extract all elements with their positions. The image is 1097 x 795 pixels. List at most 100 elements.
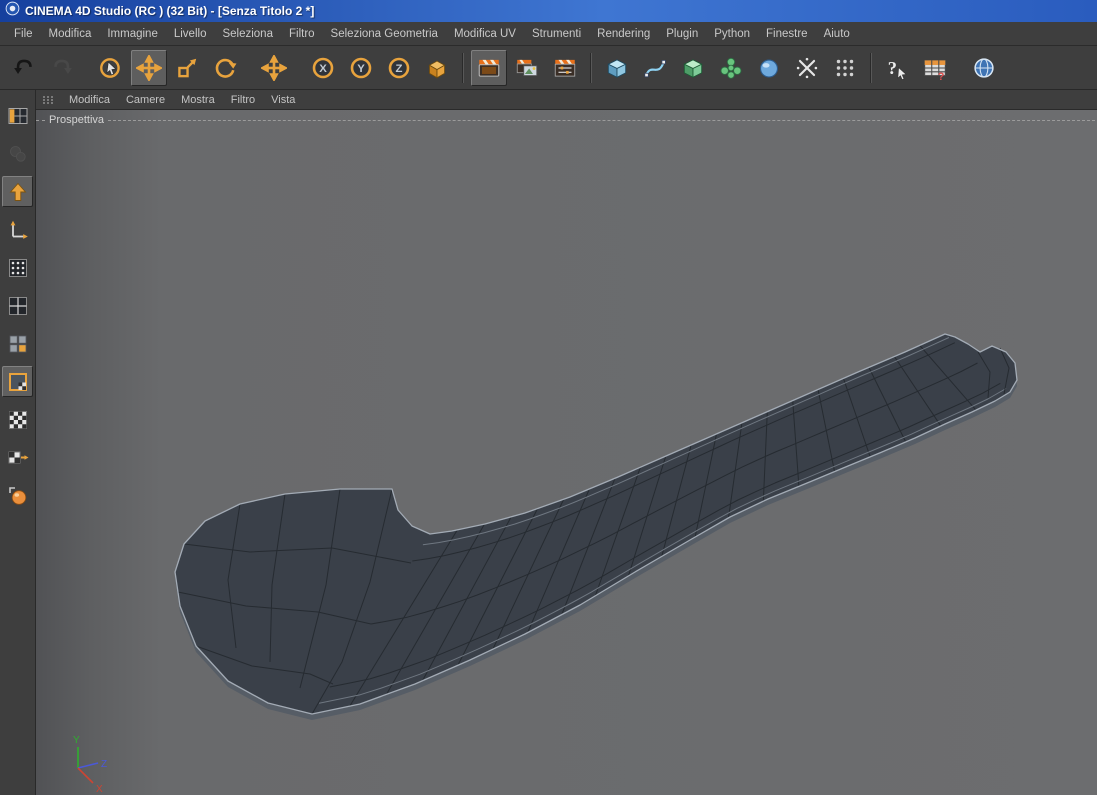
svg-text:Z: Z <box>101 759 107 770</box>
toolbar-last-tool-move-button[interactable] <box>256 50 292 86</box>
svg-text:X: X <box>319 63 327 75</box>
toolbar-render-view-button[interactable] <box>471 50 507 86</box>
sidebar-polygons-mode-button[interactable] <box>2 328 33 359</box>
svg-text:Y: Y <box>73 735 80 746</box>
toolbar-separator <box>462 53 464 83</box>
viewport-header-dash <box>36 120 45 121</box>
toolbar-particles-button[interactable] <box>789 50 825 86</box>
toolbar-primitive-cube-button[interactable] <box>599 50 635 86</box>
menu-item-seleziona-geometria[interactable]: Seleziona Geometria <box>323 25 446 43</box>
toolbar-environment-button[interactable] <box>751 50 787 86</box>
perspective-viewport[interactable]: Prospettiva YZX <box>36 110 1097 795</box>
palette-grip-icon[interactable] <box>42 95 56 105</box>
app-window: CINEMA 4D Studio (RC ) (32 Bit) - [Senza… <box>0 0 1097 795</box>
sidebar-texture-axis-mode-button[interactable] <box>2 442 33 473</box>
render-picture-viewer-icon <box>514 55 540 81</box>
viewport-header: Prospettiva <box>36 114 1097 126</box>
coordinate-system-icon <box>424 55 450 81</box>
menu-item-python[interactable]: Python <box>706 25 758 43</box>
axis-gizmo: YZX <box>73 735 107 795</box>
menu-item-plugin[interactable]: Plugin <box>658 25 706 43</box>
sidebar-object-axis-mode-button[interactable] <box>2 214 33 245</box>
sidebar-uv-polygons-mode-button[interactable] <box>2 366 33 397</box>
deformer-disabled-icon <box>6 142 30 166</box>
toolbar-axis-y-button[interactable]: Y <box>343 50 379 86</box>
toolbar-mograph-grid-button[interactable] <box>827 50 863 86</box>
texture-mode-icon <box>6 408 30 432</box>
toolbar-rotate-button[interactable] <box>207 50 243 86</box>
environment-icon <box>756 55 782 81</box>
menu-item-aiuto[interactable]: Aiuto <box>816 25 858 43</box>
sidebar-layout-panels-button[interactable] <box>2 100 33 131</box>
viewport-area: ModificaCamereMostraFiltroVista Prospett… <box>36 90 1097 795</box>
mesh-object[interactable] <box>175 334 1017 720</box>
menu-item-filtro[interactable]: Filtro <box>281 25 323 43</box>
toolbar-render-picture-viewer-button[interactable] <box>509 50 545 86</box>
viewport-menu-bar: ModificaCamereMostraFiltroVista <box>36 90 1097 110</box>
menu-item-modifica-uv[interactable]: Modifica UV <box>446 25 524 43</box>
uv-polygons-mode-icon <box>6 370 30 394</box>
toolbar-generator-cube-button[interactable] <box>675 50 711 86</box>
command-manager-icon: ? <box>922 55 948 81</box>
toolbar-online-help-button[interactable] <box>966 50 1002 86</box>
menu-item-strumenti[interactable]: Strumenti <box>524 25 589 43</box>
axis-y-icon: Y <box>348 55 374 81</box>
render-settings-icon <box>552 55 578 81</box>
toolbar-scale-button[interactable] <box>169 50 205 86</box>
mograph-grid-icon <box>832 55 858 81</box>
generator-cube-icon <box>680 55 706 81</box>
sidebar-model-mode-button[interactable] <box>2 176 33 207</box>
deformer-icon <box>718 55 744 81</box>
context-help-icon: ? <box>884 55 910 81</box>
menu-item-modifica[interactable]: Modifica <box>41 25 100 43</box>
redo-icon <box>49 55 75 81</box>
svg-text:Y: Y <box>357 63 365 75</box>
axis-x-icon: X <box>310 55 336 81</box>
menu-item-file[interactable]: File <box>6 25 41 43</box>
viewport-canvas[interactable]: YZX <box>36 110 1097 795</box>
toolbar-live-selection-button[interactable] <box>93 50 129 86</box>
toolbar-move-button[interactable] <box>131 50 167 86</box>
model-mode-icon <box>6 180 30 204</box>
menu-item-rendering[interactable]: Rendering <box>589 25 658 43</box>
spline-pen-icon <box>642 55 668 81</box>
toolbar-command-manager-button[interactable]: ? <box>917 50 953 86</box>
primitive-cube-icon <box>604 55 630 81</box>
main-area: ModificaCamereMostraFiltroVista Prospett… <box>0 90 1097 795</box>
svg-text:?: ? <box>888 57 897 77</box>
sidebar-deformer-disabled-button[interactable] <box>2 138 33 169</box>
toolbar-axis-z-button[interactable]: Z <box>381 50 417 86</box>
viewport-menu-item-vista[interactable]: Vista <box>264 92 302 108</box>
viewport-menu-item-modifica[interactable]: Modifica <box>62 92 117 108</box>
toolbar-undo-button[interactable] <box>6 50 42 86</box>
viewport-label[interactable]: Prospettiva <box>45 114 108 126</box>
move-icon <box>136 55 162 81</box>
toolbar-render-settings-button[interactable] <box>547 50 583 86</box>
toolbar-deformer-button[interactable] <box>713 50 749 86</box>
sidebar-edges-mode-button[interactable] <box>2 290 33 321</box>
sidebar-texture-mode-button[interactable] <box>2 404 33 435</box>
toolbar-axis-x-button[interactable]: X <box>305 50 341 86</box>
title-bar[interactable]: CINEMA 4D Studio (RC ) (32 Bit) - [Senza… <box>0 0 1097 22</box>
sidebar-points-mode-button[interactable] <box>2 252 33 283</box>
polygons-mode-icon <box>6 332 30 356</box>
viewport-menu-item-mostra[interactable]: Mostra <box>174 92 222 108</box>
live-selection-icon <box>98 55 124 81</box>
toolbar-context-help-button[interactable]: ? <box>879 50 915 86</box>
toolbar-spline-pen-button[interactable] <box>637 50 673 86</box>
toolbar-redo-button[interactable] <box>44 50 80 86</box>
layout-panels-icon <box>6 104 30 128</box>
sidebar-snap-mode-button[interactable] <box>2 480 33 511</box>
particles-icon <box>794 55 820 81</box>
menu-item-livello[interactable]: Livello <box>166 25 215 43</box>
menu-item-finestre[interactable]: Finestre <box>758 25 816 43</box>
app-icon <box>5 1 20 21</box>
toolbar-coordinate-system-button[interactable] <box>419 50 455 86</box>
toolbar-separator <box>590 53 592 83</box>
menu-item-seleziona[interactable]: Seleziona <box>214 25 281 43</box>
render-view-icon <box>476 55 502 81</box>
viewport-menu-item-filtro[interactable]: Filtro <box>224 92 262 108</box>
viewport-menu-item-camere[interactable]: Camere <box>119 92 172 108</box>
scale-icon <box>174 55 200 81</box>
menu-item-immagine[interactable]: Immagine <box>99 25 166 43</box>
